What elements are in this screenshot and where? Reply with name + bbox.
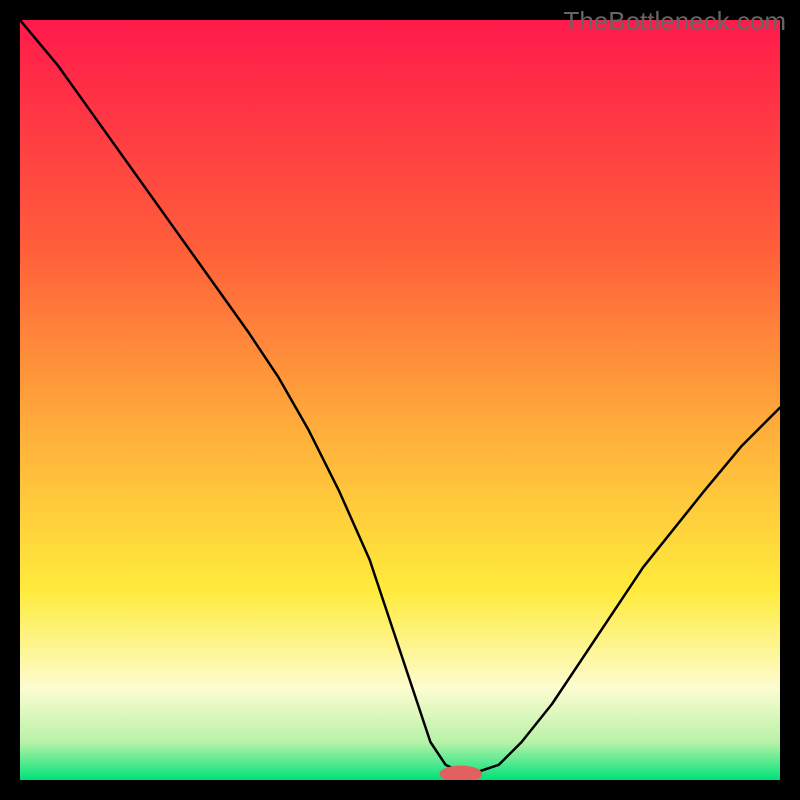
chart-background (20, 20, 780, 780)
chart-svg (20, 20, 780, 780)
chart-container: TheBottleneck.com (0, 0, 800, 800)
watermark-text: TheBottleneck.com (563, 6, 786, 37)
plot-area (20, 20, 780, 780)
